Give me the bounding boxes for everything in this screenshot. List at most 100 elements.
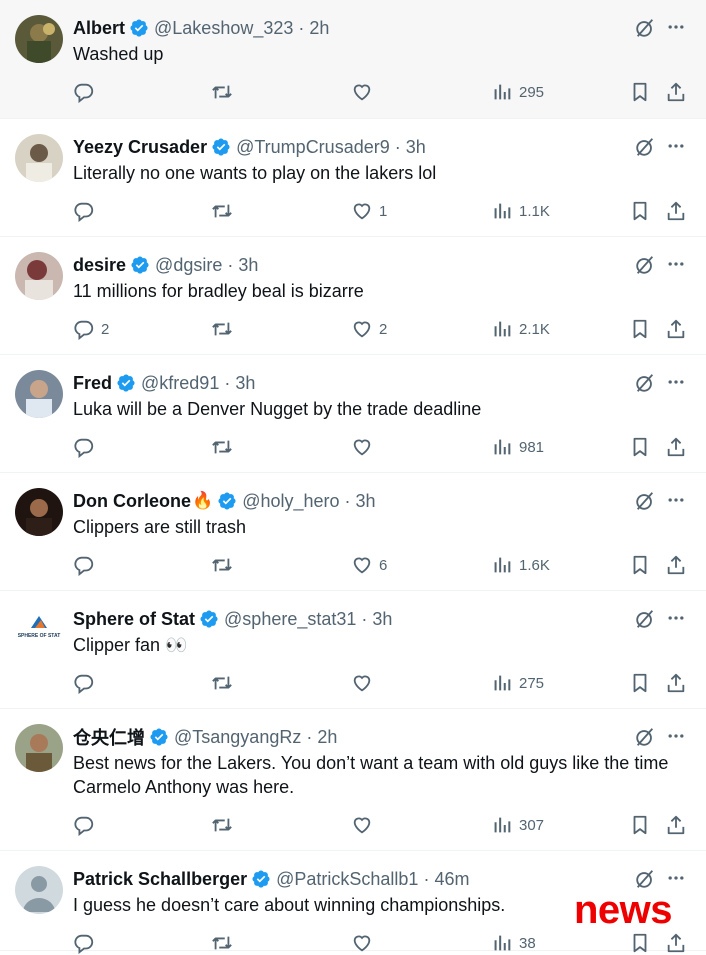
reply-button[interactable] (73, 931, 101, 955)
more-icon[interactable] (666, 254, 686, 274)
bookmark-button[interactable] (629, 813, 651, 837)
bookmark-button[interactable] (629, 80, 651, 104)
like-button[interactable] (351, 671, 379, 695)
bookmark-button[interactable] (629, 553, 651, 577)
avatar[interactable] (15, 134, 63, 182)
share-button[interactable] (665, 317, 687, 341)
like-button[interactable]: 2 (351, 317, 387, 341)
tweet[interactable]: Yeezy Crusader @TrumpCrusader9 · 3h Lite… (0, 119, 706, 237)
timestamp[interactable]: 3h (406, 137, 426, 158)
author-handle[interactable]: @sphere_stat31 (224, 609, 356, 630)
retweet-button[interactable] (211, 671, 233, 695)
reply-button[interactable] (73, 553, 101, 577)
views-button[interactable]: 295 (491, 80, 544, 104)
timestamp[interactable]: 3h (235, 373, 255, 394)
tweet[interactable]: desire @dgsire · 3h 11 millions for brad… (0, 237, 706, 355)
more-icon[interactable] (666, 726, 686, 746)
like-button[interactable] (351, 813, 379, 837)
tweet[interactable]: Don Corleone 🔥 @holy_hero · 3h Clippers … (0, 473, 706, 591)
timestamp[interactable]: 3h (372, 609, 392, 630)
bookmark-button[interactable] (629, 671, 651, 695)
author-name[interactable]: Yeezy Crusader (73, 137, 207, 158)
more-icon[interactable] (666, 490, 686, 510)
retweet-button[interactable] (211, 553, 233, 577)
grok-icon[interactable] (634, 254, 656, 276)
more-icon[interactable] (666, 17, 686, 37)
like-button[interactable] (351, 931, 379, 955)
author-handle[interactable]: @dgsire (155, 255, 222, 276)
more-icon[interactable] (666, 608, 686, 628)
timestamp[interactable]: 2h (309, 18, 329, 39)
views-button[interactable]: 1.6K (491, 553, 550, 577)
author-name[interactable]: desire (73, 255, 126, 276)
author-name[interactable]: Patrick Schallberger (73, 869, 247, 890)
avatar[interactable] (15, 866, 63, 914)
author-handle[interactable]: @Lakeshow_323 (154, 18, 293, 39)
more-icon[interactable] (666, 136, 686, 156)
timestamp[interactable]: 46m (434, 869, 469, 890)
author-handle[interactable]: @TrumpCrusader9 (236, 137, 390, 158)
avatar[interactable] (15, 15, 63, 63)
views-button[interactable]: 1.1K (491, 199, 550, 223)
grok-icon[interactable] (634, 372, 656, 394)
bookmark-button[interactable] (629, 435, 651, 459)
views-button[interactable]: 275 (491, 671, 544, 695)
grok-icon[interactable] (634, 490, 656, 512)
author-name[interactable]: Don Corleone (73, 491, 191, 512)
bookmark-button[interactable] (629, 931, 651, 955)
author-name[interactable]: Sphere of Stat (73, 609, 195, 630)
grok-icon[interactable] (634, 17, 656, 39)
author-name[interactable]: Albert (73, 18, 125, 39)
share-button[interactable] (665, 671, 687, 695)
reply-button[interactable] (73, 435, 101, 459)
reply-button[interactable] (73, 813, 101, 837)
like-button[interactable] (351, 80, 379, 104)
tweet[interactable]: 仓央仁增 @TsangyangRz · 2h Best news for the… (0, 709, 706, 851)
like-button[interactable]: 6 (351, 553, 387, 577)
avatar[interactable] (15, 488, 63, 536)
share-button[interactable] (665, 435, 687, 459)
retweet-button[interactable] (211, 931, 233, 955)
reply-button[interactable] (73, 199, 101, 223)
avatar[interactable] (15, 724, 63, 772)
author-name[interactable]: Fred (73, 373, 112, 394)
avatar[interactable]: SPHERE OF STAT (15, 606, 63, 654)
more-icon[interactable] (666, 372, 686, 392)
retweet-button[interactable] (211, 80, 233, 104)
grok-icon[interactable] (634, 136, 656, 158)
more-icon[interactable] (666, 868, 686, 888)
like-button[interactable]: 1 (351, 199, 387, 223)
share-button[interactable] (665, 931, 687, 955)
retweet-button[interactable] (211, 813, 233, 837)
timestamp[interactable]: 3h (356, 491, 376, 512)
author-handle[interactable]: @TsangyangRz (174, 727, 301, 748)
tweet[interactable]: Albert @Lakeshow_323 · 2h Washed up 295 (0, 0, 706, 119)
author-handle[interactable]: @PatrickSchallb1 (276, 869, 418, 890)
avatar[interactable] (15, 370, 63, 418)
views-button[interactable]: 307 (491, 813, 544, 837)
author-name[interactable]: 仓央仁增 (73, 724, 145, 750)
tweet[interactable]: Fred @kfred91 · 3h Luka will be a Denver… (0, 355, 706, 473)
retweet-button[interactable] (211, 435, 233, 459)
like-button[interactable] (351, 435, 379, 459)
author-handle[interactable]: @holy_hero (242, 491, 339, 512)
share-button[interactable] (665, 199, 687, 223)
author-handle[interactable]: @kfred91 (141, 373, 219, 394)
reply-button[interactable] (73, 80, 101, 104)
grok-icon[interactable] (634, 608, 656, 630)
retweet-button[interactable] (211, 199, 233, 223)
views-button[interactable]: 38 (491, 931, 536, 955)
reply-button[interactable]: 2 (73, 317, 109, 341)
bookmark-button[interactable] (629, 317, 651, 341)
bookmark-button[interactable] (629, 199, 651, 223)
tweet[interactable]: SPHERE OF STAT Sphere of Stat @sphere_st… (0, 591, 706, 709)
timestamp[interactable]: 2h (317, 727, 337, 748)
grok-icon[interactable] (634, 868, 656, 890)
share-button[interactable] (665, 553, 687, 577)
retweet-button[interactable] (211, 317, 233, 341)
avatar[interactable] (15, 252, 63, 300)
grok-icon[interactable] (634, 726, 656, 748)
timestamp[interactable]: 3h (238, 255, 258, 276)
reply-button[interactable] (73, 671, 101, 695)
views-button[interactable]: 981 (491, 435, 544, 459)
